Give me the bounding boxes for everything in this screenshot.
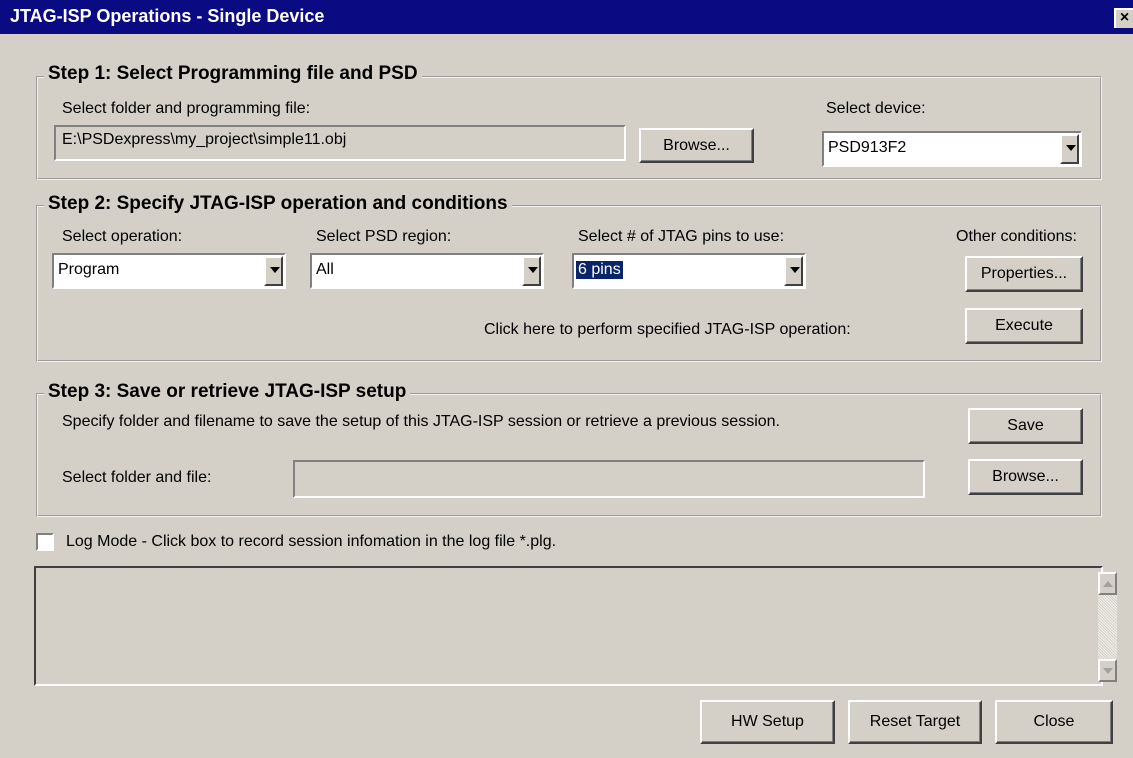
log-scrollbar[interactable] bbox=[1098, 572, 1117, 682]
log-output-area bbox=[34, 566, 1117, 686]
operation-select[interactable]: Program bbox=[52, 253, 286, 289]
log-mode-checkbox[interactable] bbox=[36, 533, 54, 551]
step3-title: Step 3: Save or retrieve JTAG-ISP setup bbox=[44, 381, 411, 403]
scroll-down-icon[interactable] bbox=[1098, 659, 1117, 682]
reset-target-button[interactable]: Reset Target bbox=[848, 700, 982, 744]
step3-group bbox=[36, 393, 1102, 517]
step2-title: Step 2: Specify JTAG-ISP operation and c… bbox=[44, 193, 512, 215]
window-close-button[interactable]: × bbox=[1114, 8, 1133, 28]
save-button[interactable]: Save bbox=[968, 408, 1083, 444]
operation-select-value: Program bbox=[58, 261, 120, 278]
chevron-down-icon[interactable] bbox=[1060, 134, 1079, 164]
step3-description: Specify folder and filename to save the … bbox=[62, 413, 780, 430]
execute-button[interactable]: Execute bbox=[965, 308, 1083, 344]
hw-setup-button[interactable]: HW Setup bbox=[700, 700, 835, 744]
window-title: JTAG-ISP Operations - Single Device bbox=[10, 6, 325, 26]
step1-browse-button[interactable]: Browse... bbox=[639, 128, 754, 163]
chevron-down-icon[interactable] bbox=[522, 256, 541, 286]
jtag-pins-select[interactable]: 6 pins bbox=[572, 253, 806, 289]
execute-hint: Click here to perform specified JTAG-ISP… bbox=[484, 321, 851, 338]
properties-button[interactable]: Properties... bbox=[965, 256, 1083, 292]
title-bar: JTAG-ISP Operations - Single Device × bbox=[0, 0, 1133, 34]
step3-browse-button[interactable]: Browse... bbox=[968, 459, 1083, 495]
log-mode-label: Log Mode - Click box to record session i… bbox=[66, 533, 557, 550]
other-conditions-label: Other conditions: bbox=[956, 228, 1077, 245]
chevron-down-icon[interactable] bbox=[784, 256, 803, 286]
scroll-up-icon[interactable] bbox=[1098, 572, 1117, 595]
setup-file-label: Select folder and file: bbox=[62, 469, 212, 486]
region-select[interactable]: All bbox=[310, 253, 544, 289]
device-select-value: PSD913F2 bbox=[828, 139, 907, 156]
programming-file-label: Select folder and programming file: bbox=[62, 100, 311, 117]
setup-file-field[interactable] bbox=[293, 460, 925, 498]
jtag-pins-label: Select # of JTAG pins to use: bbox=[578, 228, 785, 245]
device-select[interactable]: PSD913F2 bbox=[822, 131, 1082, 167]
chevron-down-icon[interactable] bbox=[264, 256, 283, 286]
close-button[interactable]: Close bbox=[995, 700, 1113, 744]
programming-file-field[interactable]: E:\PSDexpress\my_project\simple11.obj bbox=[54, 125, 626, 161]
device-label: Select device: bbox=[826, 100, 926, 117]
step1-title: Step 1: Select Programming file and PSD bbox=[44, 63, 422, 85]
region-label: Select PSD region: bbox=[316, 228, 452, 245]
region-select-value: All bbox=[316, 261, 334, 278]
jtag-pins-select-value: 6 pins bbox=[576, 261, 623, 279]
operation-label: Select operation: bbox=[62, 228, 183, 245]
